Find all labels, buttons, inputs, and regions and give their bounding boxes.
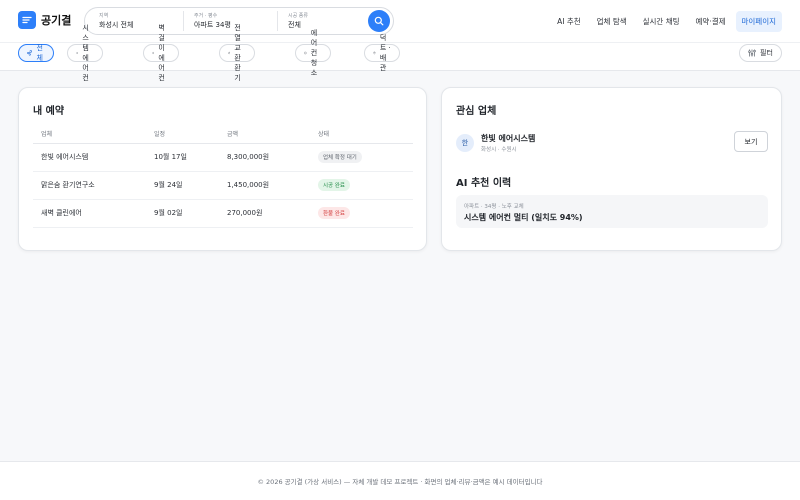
column-header-date: 일정 bbox=[146, 125, 219, 144]
nav-live-chat[interactable]: 실시간 채팅 bbox=[637, 11, 686, 32]
reservations-title: 내 예약 bbox=[33, 106, 65, 117]
ai-history-title: AI 추천 이력 bbox=[456, 178, 512, 189]
category-chip-all[interactable]: 전체 bbox=[18, 44, 55, 62]
nav-ai-recommend[interactable]: AI 추천 bbox=[551, 11, 587, 32]
ai-history-meta: 아파트 · 34평 · 노후 교체 bbox=[464, 204, 524, 210]
nav-my-page[interactable]: 마이페이지 bbox=[735, 11, 782, 32]
check-circle-icon bbox=[304, 51, 307, 55]
column-header-vendor: 업체 bbox=[33, 125, 146, 144]
table-row[interactable]: 새벽 클린에어 9월 02일 270,000원 환불 완료 bbox=[33, 199, 413, 228]
nav-vendor-explore[interactable]: 업체 탐색 bbox=[591, 11, 633, 32]
favorite-vendor-item[interactable]: 한 한빛 에어시스템 화성시 · 수원시 보기 bbox=[456, 130, 768, 156]
reservations-table: 업체 일정 금액 상태 한빛 에어시스템 10월 17일 8,300,000원 … bbox=[33, 125, 413, 228]
search-field-label: 지역 bbox=[99, 12, 109, 19]
search-icon bbox=[374, 16, 384, 26]
reservations-card: 내 예약 업체 일정 금액 상태 한빛 에어시스템 10월 17일 8,300,… bbox=[18, 87, 427, 251]
grid-dots-icon bbox=[76, 52, 79, 54]
category-chip-system-ac[interactable]: 시스템 에어컨 bbox=[67, 24, 104, 82]
favorite-vendor-name: 한빛 에어시스템 bbox=[481, 134, 536, 143]
row-amount: 1,450,000원 bbox=[219, 171, 310, 200]
column-header-status: 상태 bbox=[310, 125, 413, 144]
row-date: 9월 02일 bbox=[146, 199, 219, 228]
status-badge: 업체 확정 대기 bbox=[318, 151, 362, 163]
category-chip-label: 에어컨 청소 bbox=[310, 29, 318, 77]
category-chip-duct-pipe[interactable]: 덕트 · 배관 bbox=[364, 34, 401, 72]
category-chip-label: 시스템 에어컨 bbox=[82, 24, 89, 82]
page-footer: © 2026 공기결 (가상 서비스) — 자체 개발 데모 프로젝트 · 화면… bbox=[0, 461, 800, 500]
search-field-label: 시공 종류 bbox=[288, 12, 308, 19]
main-nav: AI 추천 업체 탐색 실시간 채팅 예약·결제 마이페이지 bbox=[547, 11, 782, 32]
table-row[interactable]: 한빛 에어시스템 10월 17일 8,300,000원 업체 확정 대기 bbox=[33, 143, 413, 172]
app-logo[interactable]: 공기결 bbox=[18, 11, 71, 29]
avatar: 한 bbox=[456, 134, 474, 152]
search-field-label: 주거 · 평수 bbox=[194, 12, 218, 19]
favorites-card: 관심 업체 한 한빛 에어시스템 화성시 · 수원시 보기 AI 추천 이력 아… bbox=[441, 87, 782, 251]
sliders-icon bbox=[748, 49, 756, 57]
category-bar: 전체 시스템 에어컨 벽걸이 에어컨 전열교환 환기 에어컨 청소 덕트 · 배… bbox=[0, 24, 800, 82]
row-amount: 8,300,000원 bbox=[219, 143, 310, 172]
favorites-title: 관심 업체 bbox=[456, 106, 497, 117]
search-button[interactable] bbox=[368, 10, 390, 32]
category-chip-label: 전체 bbox=[36, 44, 43, 62]
row-date: 9월 24일 bbox=[146, 171, 219, 200]
view-vendor-button[interactable]: 보기 bbox=[734, 131, 768, 152]
table-row[interactable]: 맑은숨 환기연구소 9월 24일 1,450,000원 시공 완료 bbox=[33, 171, 413, 200]
filter-button[interactable]: 필터 bbox=[739, 44, 782, 62]
chat-lines-icon bbox=[18, 11, 36, 29]
row-amount: 270,000원 bbox=[219, 199, 310, 228]
category-chip-label: 벽걸이 에어컨 bbox=[158, 24, 165, 82]
category-chip-wall-ac[interactable]: 벽걸이 에어컨 bbox=[143, 24, 180, 82]
sparkle-icon bbox=[152, 51, 155, 55]
row-vendor: 한빛 에어시스템 bbox=[33, 143, 146, 172]
row-vendor: 맑은숨 환기연구소 bbox=[33, 171, 146, 200]
top-header: 공기결 지역 화성시 전체 주거 · 평수 아파트 34평 시공 종류 전체 A… bbox=[0, 0, 800, 42]
column-header-amount: 금액 bbox=[219, 125, 310, 144]
ai-history-item[interactable]: 아파트 · 34평 · 노후 교체 시스템 에어컨 멀티 (일치도 94%) bbox=[456, 195, 768, 228]
row-date: 10월 17일 bbox=[146, 143, 219, 172]
location-pin-icon bbox=[373, 51, 376, 55]
wind-icon bbox=[27, 50, 33, 56]
app-name: 공기결 bbox=[41, 14, 72, 27]
ai-history-result: 시스템 에어컨 멀티 (일치도 94%) bbox=[464, 213, 583, 222]
search-field-value: 전체 bbox=[288, 20, 301, 29]
favorite-vendor-location: 화성시 · 수원시 bbox=[481, 147, 517, 153]
search-field-housing[interactable]: 주거 · 평수 아파트 34평 bbox=[183, 11, 277, 31]
status-badge: 환불 완료 bbox=[318, 207, 350, 219]
status-badge: 시공 완료 bbox=[318, 179, 350, 191]
wind-icon bbox=[228, 51, 231, 55]
filter-label: 필터 bbox=[760, 49, 773, 57]
row-vendor: 새벽 클린에어 bbox=[33, 199, 146, 228]
nav-booking-payment[interactable]: 예약·결제 bbox=[690, 11, 732, 32]
category-chip-label: 덕트 · 배관 bbox=[379, 34, 391, 72]
category-chip-label: 전열교환 환기 bbox=[234, 24, 241, 82]
table-header-row: 업체 일정 금액 상태 bbox=[33, 125, 413, 144]
category-chip-ac-cleaning[interactable]: 에어컨 청소 bbox=[295, 29, 332, 77]
category-chip-ventilation[interactable]: 전열교환 환기 bbox=[219, 24, 256, 82]
footer-text: © 2026 공기결 (가상 서비스) — 자체 개발 데모 프로젝트 · 화면… bbox=[257, 478, 543, 486]
